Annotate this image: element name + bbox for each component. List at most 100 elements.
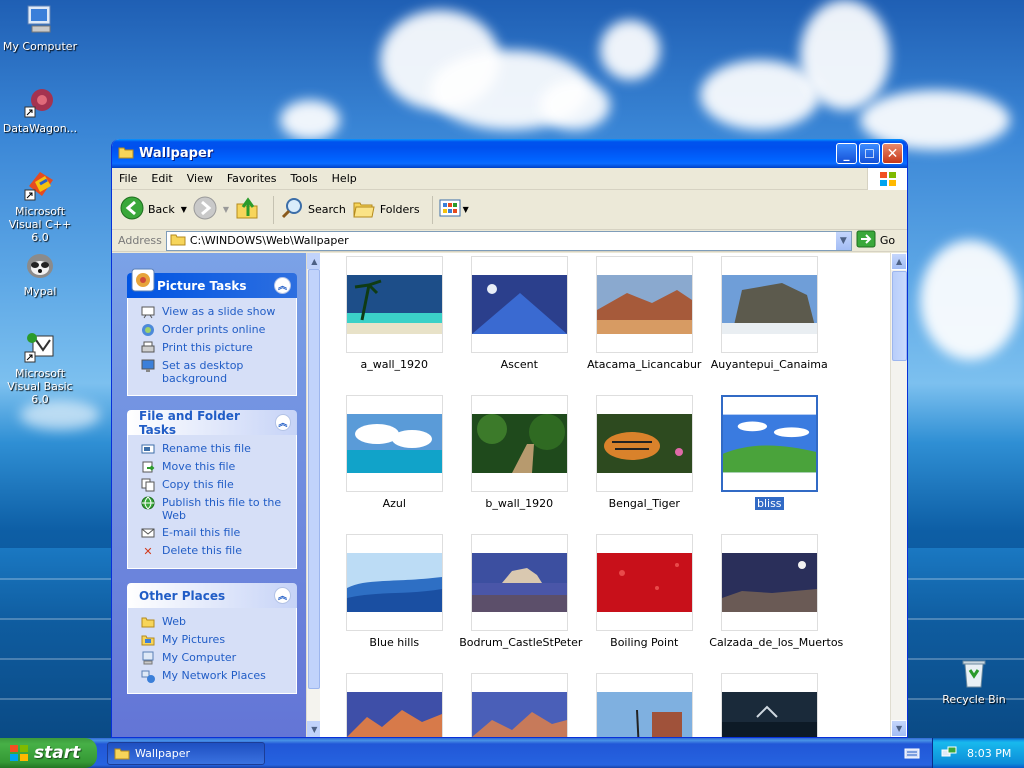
address-field[interactable]: C:\WINDOWS\Web\Wallpaper ▼ xyxy=(165,230,852,251)
back-button[interactable]: Back ▼ xyxy=(120,196,187,223)
file-thumbnail[interactable]: Atacama_Licancabur xyxy=(584,256,704,371)
scroll-up-icon[interactable]: ▲ xyxy=(891,253,907,270)
cloud xyxy=(920,240,1020,360)
title-bar[interactable]: Wallpaper _ ☐ ✕ xyxy=(112,139,907,168)
menu-view[interactable]: View xyxy=(180,172,220,185)
file-thumbnail[interactable]: Blue hills xyxy=(334,534,454,649)
network-tray-icon[interactable] xyxy=(941,745,957,761)
taskbar-window-button[interactable]: Wallpaper xyxy=(107,741,265,765)
desktop-icon-label: Microsoft Visual Basic 6.0 xyxy=(7,367,73,406)
desktop-icon-visual-basic[interactable]: Microsoft Visual Basic 6.0 xyxy=(0,330,80,406)
windows-logo-icon xyxy=(9,744,29,762)
scroll-down-icon[interactable]: ▼ xyxy=(891,720,907,737)
maximize-icon: ☐ xyxy=(864,146,875,161)
file-thumbnail[interactable]: b_wall_1920 xyxy=(459,395,579,510)
windows-logo-icon xyxy=(867,168,907,190)
search-button[interactable]: Search xyxy=(280,196,346,223)
file-list-scroll-thumb[interactable] xyxy=(892,271,907,361)
other-places-header[interactable]: Other Places ︽ xyxy=(127,583,297,608)
maximize-button[interactable]: ☐ xyxy=(859,143,880,164)
task-pane-scroll-thumb[interactable] xyxy=(308,269,321,689)
order-prints-icon xyxy=(140,323,156,337)
desktop-icon-datawagon[interactable]: DataWagon... xyxy=(0,85,80,135)
task-order-prints[interactable]: Order prints online xyxy=(140,323,290,337)
file-thumbnail[interactable]: Ascent xyxy=(459,256,579,371)
file-thumbnail[interactable] xyxy=(709,673,829,737)
file-name: Atacama_Licancabur xyxy=(587,358,702,371)
window-body: Picture Tasks ︽ View as a slide show Ord… xyxy=(112,253,907,737)
picture-tasks-header[interactable]: Picture Tasks ︽ xyxy=(127,268,297,298)
file-thumbnail[interactable] xyxy=(459,673,579,737)
desktop-icon-label: DataWagon... xyxy=(2,122,78,135)
file-thumbnail[interactable]: Boiling Point xyxy=(584,534,704,649)
task-copy-file[interactable]: Copy this file xyxy=(140,478,290,492)
chevron-down-icon[interactable]: ▼ xyxy=(463,205,469,214)
go-button[interactable]: Go xyxy=(856,230,895,251)
file-thumbnail[interactable] xyxy=(584,673,704,737)
file-thumbnail[interactable]: Azul xyxy=(334,395,454,510)
task-rename-file[interactable]: Rename this file xyxy=(140,442,290,456)
place-my-network-places[interactable]: My Network Places xyxy=(140,669,290,683)
file-thumbnail[interactable]: Calzada_de_los_Muertos xyxy=(709,534,843,649)
thumbnail-frame xyxy=(720,534,818,631)
desktop-icon-recycle-bin[interactable]: Recycle Bin xyxy=(934,656,1014,706)
address-dropdown-button[interactable]: ▼ xyxy=(834,231,851,250)
place-my-computer[interactable]: My Computer xyxy=(140,651,290,665)
file-thumbnail[interactable]: Auyantepui_Canaima xyxy=(709,256,829,371)
file-list-scrollbar[interactable]: ▲ ▼ xyxy=(890,253,907,737)
forward-arrow-icon xyxy=(193,196,217,223)
folders-button[interactable]: Folders xyxy=(352,197,420,222)
task-set-desktop-background[interactable]: Set as desktop background xyxy=(140,359,290,385)
menu-tools[interactable]: Tools xyxy=(284,172,325,185)
task-delete-file[interactable]: ✕ Delete this file xyxy=(140,544,290,558)
collapse-chevron-icon[interactable]: ︽ xyxy=(274,414,291,431)
file-thumbnail[interactable]: Bengal_Tiger xyxy=(584,395,704,510)
visual-cpp-icon xyxy=(23,168,57,202)
picture-tasks-icon xyxy=(130,267,156,296)
minimize-button[interactable]: _ xyxy=(836,143,857,164)
file-thumbnail[interactable]: Bodrum_CastleStPeter xyxy=(459,534,582,649)
place-web[interactable]: Web xyxy=(140,615,290,629)
system-tray: 8:03 PM xyxy=(932,738,1024,768)
desktop-icon-mypal[interactable]: Mypal xyxy=(0,248,80,298)
file-folder-tasks-header[interactable]: File and Folder Tasks ︽ xyxy=(127,409,297,437)
task-publish-to-web[interactable]: Publish this file to the Web xyxy=(140,496,290,522)
task-email-file[interactable]: E-mail this file xyxy=(140,526,290,540)
place-my-pictures[interactable]: My Pictures xyxy=(140,633,290,647)
task-pane-scrollbar[interactable]: ▲ ▼ xyxy=(306,253,322,737)
my-computer-icon xyxy=(23,3,57,37)
file-name: a_wall_1920 xyxy=(360,358,429,371)
thumbnail-image xyxy=(346,275,442,334)
file-thumbnail[interactable]: a_wall_1920 xyxy=(334,256,454,371)
task-move-file[interactable]: Move this file xyxy=(140,460,290,474)
file-thumbnail[interactable] xyxy=(334,673,454,737)
start-button[interactable]: start xyxy=(0,738,97,768)
keyboard-icon[interactable] xyxy=(904,746,920,760)
views-button[interactable]: ▼ xyxy=(439,198,469,221)
menu-favorites[interactable]: Favorites xyxy=(220,172,284,185)
menu-edit[interactable]: Edit xyxy=(144,172,179,185)
taskbar: start Wallpaper 8:03 PM xyxy=(0,738,1024,768)
chevron-down-icon[interactable]: ▼ xyxy=(181,205,187,214)
address-bar: Address C:\WINDOWS\Web\Wallpaper ▼ Go xyxy=(112,230,907,252)
collapse-chevron-icon[interactable]: ︽ xyxy=(274,587,291,604)
up-folder-button[interactable] xyxy=(235,196,261,223)
task-print-picture[interactable]: Print this picture xyxy=(140,341,290,355)
scroll-down-icon[interactable]: ▼ xyxy=(307,721,322,737)
desktop-icon-my-computer[interactable]: My Computer xyxy=(0,3,80,53)
collapse-chevron-icon[interactable]: ︽ xyxy=(274,277,291,294)
scroll-up-icon[interactable]: ▲ xyxy=(307,253,322,269)
desktop-icon-label: Recycle Bin xyxy=(942,693,1006,706)
clock[interactable]: 8:03 PM xyxy=(967,747,1011,760)
close-button[interactable]: ✕ xyxy=(882,143,903,164)
task-view-slideshow[interactable]: View as a slide show xyxy=(140,305,290,319)
forward-button[interactable]: ▼ xyxy=(193,196,229,223)
chevron-down-icon[interactable]: ▼ xyxy=(223,205,229,214)
file-name: Boiling Point xyxy=(610,636,679,649)
file-thumbnail-selected[interactable]: bliss xyxy=(709,395,829,510)
folder-icon xyxy=(114,746,130,760)
desktop-icon-visual-cpp[interactable]: Microsoft Visual C++ 6.0 xyxy=(0,168,80,244)
place-label: My Pictures xyxy=(162,633,226,646)
menu-file[interactable]: File xyxy=(112,172,144,185)
menu-help[interactable]: Help xyxy=(325,172,364,185)
